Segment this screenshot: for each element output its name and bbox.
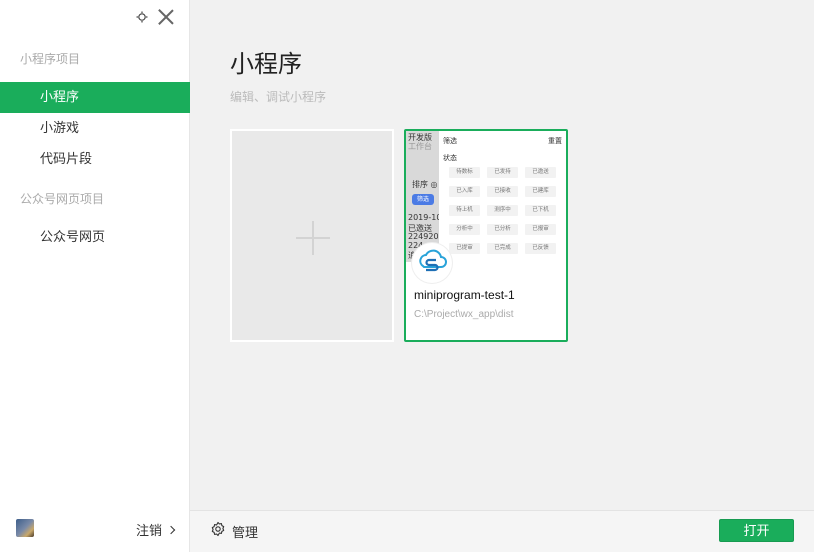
window-controls xyxy=(135,8,175,26)
page-subtitle: 编辑、调试小程序 xyxy=(230,90,327,104)
sidebar-item-code-snippet[interactable]: 代码片段 xyxy=(0,144,190,175)
footer-bar: 管理 打开 xyxy=(190,510,814,552)
thumb-reset: 重置 xyxy=(548,137,562,145)
thumb-chip: 待上机 xyxy=(449,205,480,216)
plus-icon xyxy=(296,221,330,255)
settings-icon xyxy=(210,521,226,541)
sidebar-footer: 注销 xyxy=(0,508,190,552)
group-title-official-account: 公众号网页项目 xyxy=(20,192,105,206)
thumb-filter-button: 筛选 xyxy=(412,194,434,205)
open-button[interactable]: 打开 xyxy=(719,519,794,542)
thumb-chip: 待数标 xyxy=(449,167,480,178)
project-logo-icon xyxy=(412,243,452,283)
sidebar: 小程序项目 小程序 小游戏 代码片段 公众号网页项目 公众号网页 注销 xyxy=(0,0,190,552)
manage-button[interactable]: 管理 xyxy=(210,521,258,541)
avatar[interactable] xyxy=(16,519,34,537)
page-title: 小程序 xyxy=(230,50,302,78)
thumb-chip: 已下机 xyxy=(525,205,556,216)
sidebar-item-miniprogram[interactable]: 小程序 xyxy=(0,82,190,113)
thumb-chip: 已接收 xyxy=(487,186,518,197)
group-title-miniprogram: 小程序项目 xyxy=(20,52,81,66)
thumb-chip: 已报审 xyxy=(525,224,556,235)
thumb-filter-title: 筛选 xyxy=(443,137,457,145)
thumb-chip: 已入库 xyxy=(449,186,480,197)
thumb-text: 排序 ◎ xyxy=(412,180,438,189)
add-project-card[interactable] xyxy=(230,129,394,342)
project-card[interactable]: 开发版 工作台 排序 ◎ 筛选 2019-10-2 已邀送 22492060 2… xyxy=(404,129,568,342)
thumb-status-label: 状态 xyxy=(443,154,457,162)
logout-label: 注销 xyxy=(135,524,162,539)
settings-gear-icon[interactable] xyxy=(135,10,149,24)
sidebar-item-official-account-web[interactable]: 公众号网页 xyxy=(0,222,190,253)
thumb-chip: 已提审 xyxy=(449,243,480,254)
thumb-chip: 测序中 xyxy=(487,205,518,216)
thumb-chip: 已完成 xyxy=(487,243,518,254)
sidebar-item-minigame[interactable]: 小游戏 xyxy=(0,113,190,144)
project-name: miniprogram-test-1 xyxy=(414,288,515,302)
logout-button[interactable]: 注销 xyxy=(135,520,176,539)
main-area: 小程序 编辑、调试小程序 开发版 工作台 排序 ◎ 筛选 2019-10-2 已… xyxy=(190,0,814,552)
thumb-text: 工作台 xyxy=(408,142,432,151)
thumb-chip: 已邀送 xyxy=(525,167,556,178)
thumbnail-filter-panel: 筛选 重置 状态 待数标 已发持 已邀送 已入库 已接收 已建库 待上机 测序中… xyxy=(439,131,566,262)
thumb-chip: 已反馈 xyxy=(525,243,556,254)
thumb-chip: 已建库 xyxy=(525,186,556,197)
close-icon[interactable] xyxy=(157,8,175,26)
thumb-chip: 已分析 xyxy=(487,224,518,235)
chevron-right-icon xyxy=(166,525,176,535)
project-path: C:\Project\wx_app\dist xyxy=(414,309,514,320)
thumb-chip: 分析中 xyxy=(449,224,480,235)
manage-label: 管理 xyxy=(232,525,259,541)
thumb-chip: 已发持 xyxy=(487,167,518,178)
